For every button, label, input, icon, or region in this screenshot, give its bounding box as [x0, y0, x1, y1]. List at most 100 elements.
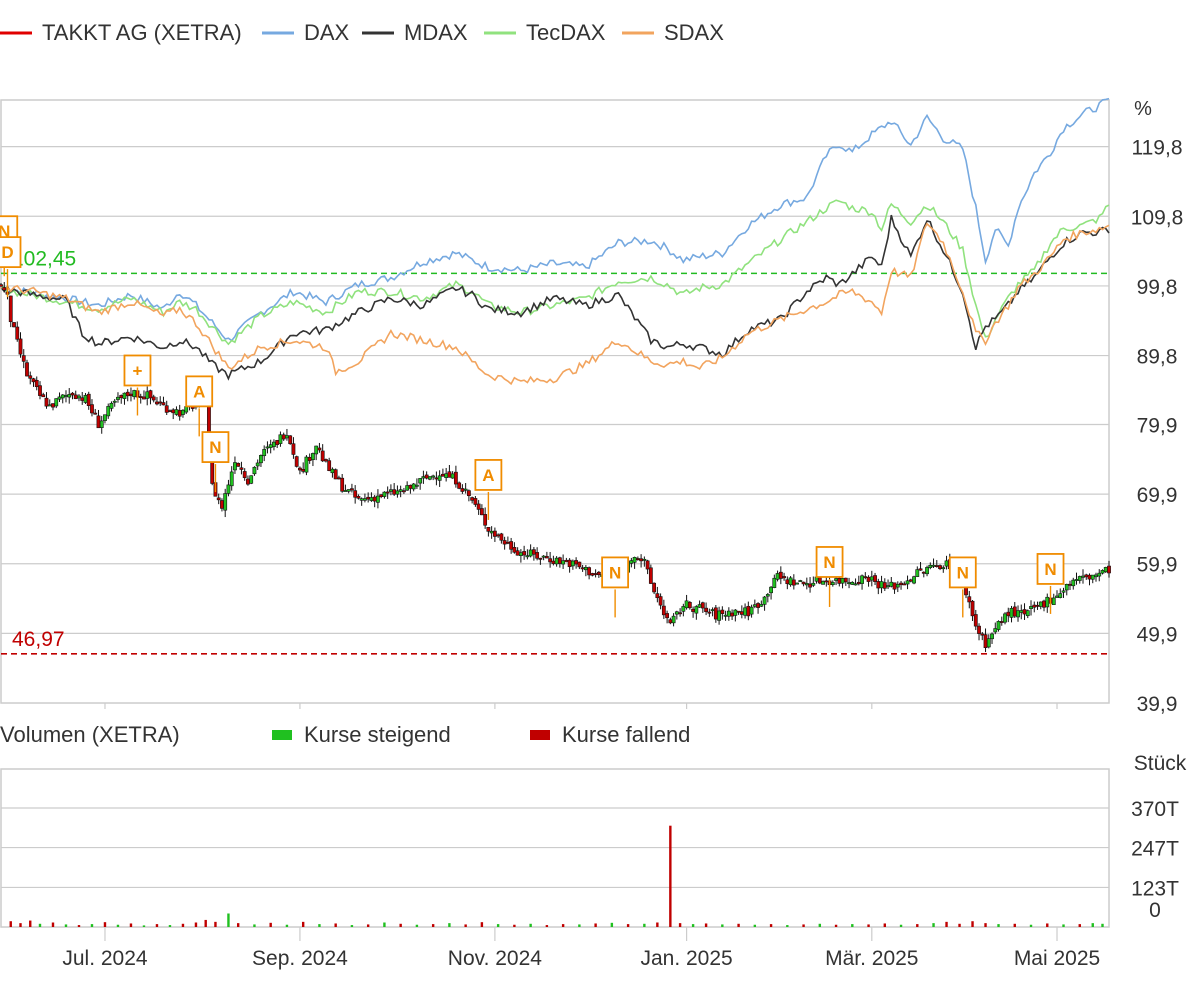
candle-body — [126, 392, 129, 396]
candle-body — [162, 403, 165, 405]
volume-bar — [399, 924, 401, 927]
volume-bar — [1079, 924, 1081, 927]
candle-body — [1065, 584, 1068, 590]
news-marker: N — [202, 432, 228, 492]
volume-bar — [851, 924, 853, 927]
candle-body — [376, 496, 379, 502]
candle-body — [903, 584, 906, 585]
candle-body — [942, 568, 945, 569]
volume-bar — [182, 924, 184, 927]
candle-body — [568, 560, 571, 567]
candle-body — [503, 540, 506, 544]
candle-body — [185, 407, 188, 413]
candle-body — [250, 476, 253, 484]
candle-body — [165, 406, 168, 413]
volume-bar — [286, 925, 288, 927]
candle-body — [461, 488, 464, 491]
volume-bar — [594, 923, 596, 927]
y-tick-label: 49,9 — [1137, 623, 1178, 646]
candle-body — [1088, 575, 1091, 579]
candle-body — [919, 569, 922, 570]
candle-body — [149, 391, 152, 398]
candle-body — [97, 416, 100, 428]
candle-body — [571, 561, 574, 566]
candle-body — [831, 582, 834, 584]
candle-body — [484, 514, 487, 525]
candle-body — [263, 449, 266, 455]
volume-bar — [464, 924, 466, 927]
candle-body — [16, 327, 19, 339]
candle-body — [285, 436, 288, 438]
volume-bar — [627, 924, 629, 927]
candle-body — [529, 550, 532, 556]
candle-body — [1052, 598, 1055, 605]
candle-body — [779, 572, 782, 578]
volume-bar — [945, 922, 947, 927]
candle-body — [594, 573, 597, 574]
candle-body — [256, 463, 259, 466]
candle-body — [523, 551, 526, 555]
candle-body — [357, 496, 360, 498]
candle-body — [812, 583, 815, 585]
candle-body — [74, 395, 77, 399]
candle-body — [847, 583, 850, 584]
candle-body — [363, 499, 366, 501]
candle-body — [1046, 597, 1049, 607]
candle-body — [545, 556, 548, 558]
volume-bar — [169, 925, 171, 927]
candle-body — [597, 572, 600, 575]
candle-body — [175, 410, 178, 415]
volume-bar — [416, 925, 418, 927]
candle-body — [711, 610, 714, 611]
candle-body — [29, 376, 32, 379]
volume-bars — [10, 826, 1104, 927]
candle-body — [55, 399, 58, 406]
candle-body — [532, 550, 535, 555]
candle-body — [282, 435, 285, 439]
candle-body — [129, 394, 132, 396]
volume-bar — [692, 924, 694, 927]
volume-bar — [351, 925, 353, 927]
candle-body — [233, 463, 236, 470]
candle-body — [782, 576, 785, 577]
candle-body — [311, 453, 314, 459]
candle-body — [542, 556, 545, 557]
candle-body — [854, 584, 857, 585]
candle-body — [984, 635, 987, 648]
candle-body — [513, 547, 516, 552]
candle-body — [1023, 610, 1026, 615]
candle-body — [555, 558, 558, 564]
candle-body — [480, 509, 483, 515]
volume-bar — [1014, 924, 1016, 927]
volume-bar — [481, 922, 483, 927]
candle-body — [678, 613, 681, 614]
candle-body — [552, 561, 555, 564]
candle-body — [107, 406, 110, 416]
volume-bar — [971, 921, 973, 927]
candle-body — [1098, 573, 1101, 576]
candle-body — [272, 442, 275, 447]
volume-bar — [984, 923, 986, 927]
candle-body — [851, 582, 854, 584]
volume-bar — [546, 925, 548, 927]
candle-body — [769, 587, 772, 593]
candle-body — [971, 601, 974, 616]
candle-body — [906, 581, 909, 584]
candle-body — [737, 611, 740, 612]
marker-label: N — [957, 563, 969, 582]
volume-bar — [52, 922, 54, 927]
candle-body — [763, 597, 766, 604]
candle-body — [350, 489, 353, 490]
candle-body — [133, 390, 136, 396]
candle-body — [38, 386, 41, 396]
candle-body — [717, 611, 720, 621]
candle-body — [71, 393, 74, 395]
candle-body — [753, 605, 756, 607]
candle-body — [308, 457, 311, 460]
candle-body — [45, 398, 48, 406]
legend-label: MDAX — [404, 20, 468, 45]
volume-tick-label: 370T — [1131, 798, 1179, 821]
news-marker: N — [817, 547, 843, 607]
candle-body — [344, 490, 347, 491]
candle-body — [890, 582, 893, 586]
